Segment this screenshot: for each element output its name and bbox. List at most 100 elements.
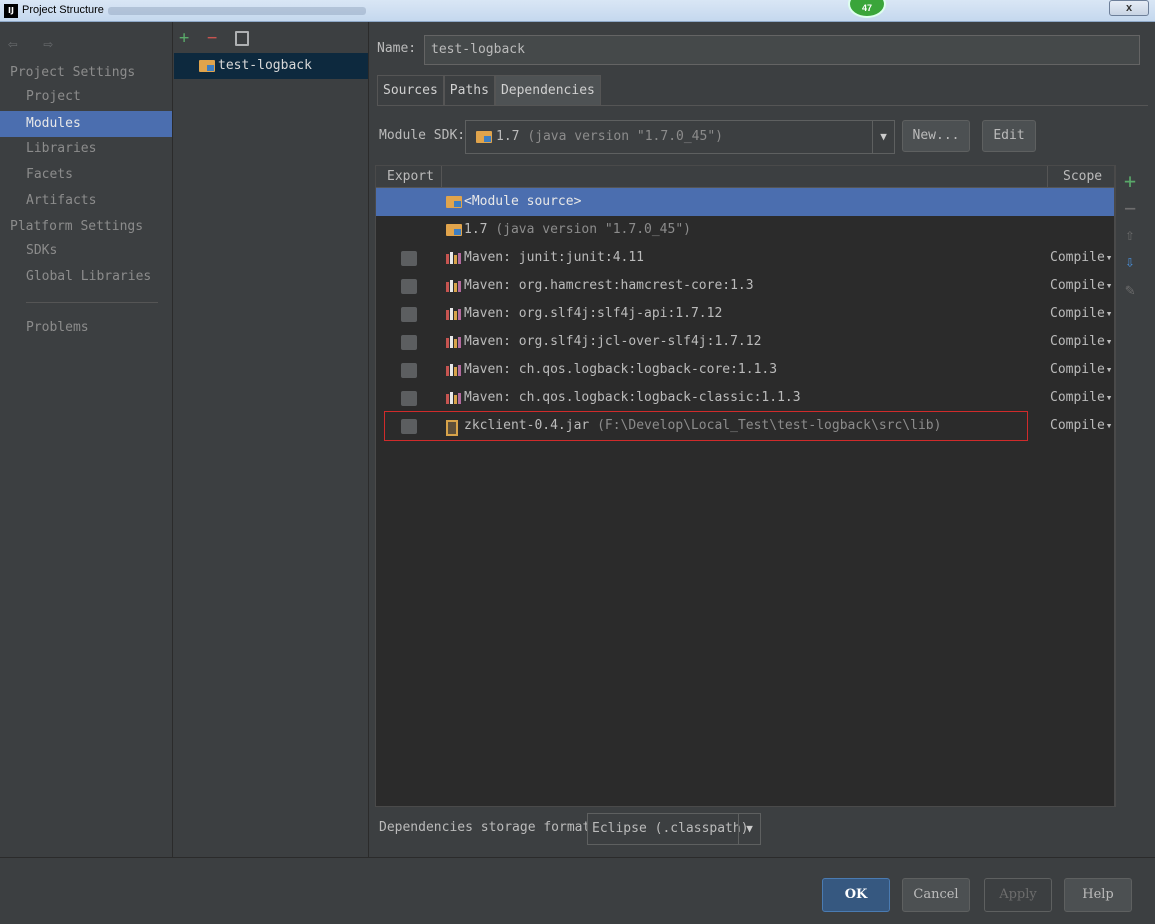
- maven-library-icon: [446, 336, 462, 348]
- tab-paths[interactable]: Paths: [443, 75, 495, 105]
- help-button[interactable]: Help: [1064, 878, 1132, 912]
- module-sdk-label: Module SDK:: [379, 128, 466, 143]
- add-dependency-icon[interactable]: +: [1116, 169, 1144, 193]
- table-row[interactable]: Maven: org.slf4j:jcl-over-slf4j:1.7.12 C…: [376, 328, 1114, 356]
- export-checkbox[interactable]: [401, 391, 417, 406]
- nav-item-global-libraries[interactable]: Global Libraries: [0, 264, 172, 290]
- section-platform-settings: Platform Settings: [10, 219, 144, 234]
- remove-dependency-icon[interactable]: −: [1116, 196, 1144, 220]
- nav-divider: [26, 302, 158, 303]
- scope-dropdown[interactable]: Compile: [1050, 356, 1112, 384]
- dependency-name: 1.7 (java version "1.7.0_45"): [464, 216, 691, 244]
- move-up-icon[interactable]: ⇧: [1116, 225, 1144, 244]
- window-title: Project Structure: [22, 4, 104, 16]
- table-row[interactable]: <Module source>: [376, 188, 1114, 216]
- dependencies-table: Export Scope <Module source> 1.7 (java v…: [375, 165, 1115, 807]
- notification-badge: 47: [848, 0, 886, 18]
- module-tabs: Sources Paths Dependencies: [377, 75, 601, 105]
- move-down-icon[interactable]: ⇩: [1116, 252, 1144, 271]
- scope-dropdown[interactable]: Compile: [1050, 328, 1112, 356]
- column-header-scope[interactable]: Scope: [1047, 166, 1114, 188]
- module-name: test-logback: [218, 58, 312, 73]
- apply-button[interactable]: Apply: [984, 878, 1052, 912]
- dependency-detail: (java version "1.7.0_45"): [495, 222, 691, 237]
- folder-icon: [446, 196, 462, 208]
- dependency-name: Maven: org.slf4j:slf4j-api:1.7.12: [464, 306, 723, 321]
- name-label: Name:: [377, 41, 417, 56]
- dependency-name: Maven: org.slf4j:jcl-over-slf4j:1.7.12: [464, 334, 762, 349]
- column-header-export[interactable]: Export: [376, 166, 442, 188]
- copy-module-icon[interactable]: [235, 31, 249, 46]
- dialog-footer: OK Cancel Apply Help: [0, 857, 1155, 924]
- storage-format-label: Dependencies storage format:: [379, 820, 599, 835]
- tab-dependencies[interactable]: Dependencies: [494, 75, 601, 105]
- modules-panel: + − test-logback: [173, 22, 369, 857]
- folder-icon: [446, 224, 462, 236]
- scope-dropdown[interactable]: Compile: [1050, 384, 1112, 412]
- dependencies-side-toolbar: + − ⇧ ⇩ ✎: [1115, 165, 1143, 807]
- dependency-name: Maven: junit:junit:4.11: [464, 250, 645, 265]
- nav-item-sdks[interactable]: SDKs: [0, 238, 172, 264]
- cancel-button[interactable]: Cancel: [902, 878, 970, 912]
- dependency-name: Maven: ch.qos.logback:logback-classic:1.…: [464, 390, 801, 405]
- maven-library-icon: [446, 308, 462, 320]
- blurred-title-text: [108, 7, 366, 15]
- table-row[interactable]: Maven: org.slf4j:slf4j-api:1.7.12 Compil…: [376, 300, 1114, 328]
- export-checkbox[interactable]: [401, 279, 417, 294]
- table-row[interactable]: Maven: ch.qos.logback:logback-classic:1.…: [376, 384, 1114, 412]
- nav-item-modules[interactable]: Modules: [0, 111, 172, 137]
- table-row[interactable]: Maven: org.hamcrest:hamcrest-core:1.3 Co…: [376, 272, 1114, 300]
- nav-item-libraries[interactable]: Libraries: [0, 136, 172, 162]
- nav-item-artifacts[interactable]: Artifacts: [0, 188, 172, 214]
- chevron-down-icon[interactable]: ▼: [738, 814, 760, 844]
- module-folder-icon: [199, 60, 215, 72]
- settings-navigation: ⇦ ⇨ Project Settings Project Modules Lib…: [0, 22, 173, 857]
- scope-dropdown[interactable]: Compile: [1050, 244, 1112, 272]
- nav-item-problems[interactable]: Problems: [0, 315, 172, 341]
- table-row[interactable]: Maven: junit:junit:4.11 Compile: [376, 244, 1114, 272]
- sdk-detail: (java version "1.7.0_45"): [527, 129, 723, 144]
- back-forward-icon[interactable]: ⇦ ⇨: [8, 34, 61, 53]
- dependency-name: Maven: ch.qos.logback:logback-core:1.1.3: [464, 362, 778, 377]
- export-checkbox[interactable]: [401, 335, 417, 350]
- module-sdk-dropdown[interactable]: 1.7 (java version "1.7.0_45") ▼: [465, 120, 895, 154]
- scope-dropdown[interactable]: Compile: [1050, 412, 1112, 440]
- storage-format-dropdown[interactable]: Eclipse (.classpath) ▼: [587, 813, 761, 845]
- module-name-field[interactable]: test-logback: [424, 35, 1140, 65]
- ok-button[interactable]: OK: [822, 878, 890, 912]
- maven-library-icon: [446, 392, 462, 404]
- table-row[interactable]: Maven: ch.qos.logback:logback-core:1.1.3…: [376, 356, 1114, 384]
- highlight-box: [384, 411, 1028, 441]
- sdk-name: 1.7: [464, 222, 488, 237]
- scope-dropdown[interactable]: Compile: [1050, 300, 1112, 328]
- sdk-value: 1.7: [496, 129, 520, 144]
- dependency-name: Maven: org.hamcrest:hamcrest-core:1.3: [464, 278, 754, 293]
- sdk-folder-icon: [476, 130, 492, 143]
- tab-sources[interactable]: Sources: [377, 75, 444, 105]
- export-checkbox[interactable]: [401, 251, 417, 266]
- close-window-button[interactable]: x: [1109, 0, 1149, 16]
- table-row[interactable]: 1.7 (java version "1.7.0_45"): [376, 216, 1114, 244]
- table-header: Export Scope: [376, 166, 1114, 188]
- scope-dropdown[interactable]: Compile: [1050, 272, 1112, 300]
- edit-dependency-icon[interactable]: ✎: [1116, 280, 1144, 299]
- edit-sdk-button[interactable]: Edit: [982, 120, 1036, 152]
- maven-library-icon: [446, 364, 462, 376]
- dependency-name: <Module source>: [464, 194, 582, 209]
- tab-divider: [377, 105, 1148, 106]
- new-sdk-button[interactable]: New...: [902, 120, 970, 152]
- section-project-settings: Project Settings: [10, 65, 136, 80]
- chevron-down-icon[interactable]: ▼: [872, 121, 894, 153]
- remove-module-icon[interactable]: −: [207, 28, 217, 48]
- maven-library-icon: [446, 252, 462, 264]
- maven-library-icon: [446, 280, 462, 292]
- add-module-icon[interactable]: +: [179, 28, 189, 48]
- storage-format-value: Eclipse (.classpath): [592, 821, 749, 836]
- intellij-app-icon: IJ: [4, 4, 18, 18]
- export-checkbox[interactable]: [401, 307, 417, 322]
- nav-item-project[interactable]: Project: [0, 84, 172, 110]
- module-list-item[interactable]: test-logback: [174, 53, 368, 79]
- nav-item-facets[interactable]: Facets: [0, 162, 172, 188]
- export-checkbox[interactable]: [401, 363, 417, 378]
- window-titlebar: IJ Project Structure 47 x: [0, 0, 1155, 22]
